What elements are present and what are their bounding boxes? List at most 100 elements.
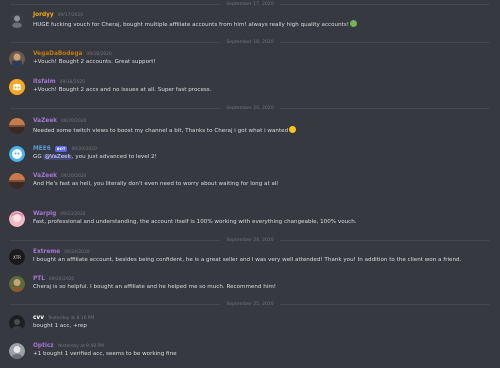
chat-message: VaZeek 09/20/2020 And He's fast as hell,… — [0, 172, 500, 194]
chat-message: VegaDaBodega 09/18/2020 +Vouch! Bought 2… — [0, 50, 500, 72]
smile-emoji-icon — [349, 20, 357, 27]
divider-line — [279, 239, 490, 241]
avatar[interactable] — [9, 118, 25, 134]
bot-badge: BOT — [54, 146, 68, 152]
message-text: +1 bought 1 verified acc, seems to be wo… — [33, 351, 177, 357]
username[interactable]: itsfaim — [33, 79, 56, 85]
date-divider-label: September 24, 2020 — [226, 237, 274, 243]
timestamp: 09/23/2020 — [60, 211, 86, 217]
chat-message: PTL 09/24/2020 Cheraj is so helpful. I b… — [0, 275, 500, 297]
message-header: VegaDaBodega 09/18/2020 — [33, 50, 112, 58]
avatar-image — [9, 276, 25, 292]
avatar[interactable] — [9, 51, 25, 67]
username[interactable]: PTL — [33, 276, 45, 282]
chat-message: Jordyy 09/17/2020 HUGE fucking vouch for… — [0, 11, 500, 33]
avatar[interactable]: XTR — [9, 249, 25, 265]
message-text: bought 1 acc, +rep — [33, 323, 87, 329]
date-divider: September 17, 2020 — [10, 0, 490, 8]
divider-line — [279, 303, 490, 305]
divider-line — [10, 41, 221, 43]
username[interactable]: VaZeek — [33, 173, 57, 179]
avatar-image — [9, 211, 25, 227]
timestamp: 09/24/2020 — [64, 249, 90, 255]
avatar-image — [9, 51, 25, 67]
message-text: I bought an affiliate account, besides b… — [33, 257, 462, 263]
timestamp: 09/24/2020 — [48, 276, 75, 282]
avatar[interactable] — [9, 343, 25, 359]
chat-message: MEE6 BOT 09/20/2020 GG @VaZeek, you just… — [0, 145, 500, 167]
username[interactable]: cvv — [33, 315, 44, 321]
divider-line — [10, 3, 221, 5]
message-text: GG @VaZeek, you just advanced to level 2… — [33, 154, 492, 160]
message-body: Needed some twitch views to boost my cha… — [33, 128, 289, 134]
message-header: Extreme 09/24/2020 — [33, 248, 90, 256]
message-text: And He's fast as hell, you literally don… — [33, 181, 278, 187]
mee6-avatar-icon — [9, 146, 25, 162]
message-body: GG — [33, 154, 44, 160]
message-header: Jordyy 09/17/2020 — [33, 11, 83, 19]
timestamp: 09/18/2020 — [86, 51, 112, 57]
chat-message: XTR Extreme 09/24/2020 I bought an affil… — [0, 248, 500, 270]
username[interactable]: Warpig — [33, 211, 56, 217]
divider-line — [279, 107, 490, 109]
timestamp: 09/20/2020 — [61, 173, 87, 179]
date-divider-label: September 25, 2020 — [226, 301, 274, 307]
message-text: +Vouch! Bought 2 accounts. Great support… — [33, 59, 156, 65]
avatar-image — [9, 343, 25, 359]
username[interactable]: Extreme — [33, 249, 60, 255]
username[interactable]: Jordyy — [33, 12, 54, 18]
divider-line — [10, 303, 221, 305]
divider-line — [279, 41, 490, 43]
discord-logo-icon — [9, 79, 25, 95]
chat-log: September 17, 2020 Jordyy 09/17/2020 HUG… — [0, 0, 500, 368]
avatar-image: XTR — [9, 249, 25, 265]
divider-line — [10, 239, 221, 241]
timestamp: 09/20/2020 — [71, 146, 97, 152]
message-text: +Vouch! Bought 2 accs and no issues at a… — [33, 87, 212, 93]
avatar-image — [9, 12, 25, 28]
message-header: VaZeek 09/20/2020 — [33, 172, 86, 180]
date-divider-label: September 20, 2020 — [226, 105, 274, 111]
avatar[interactable] — [9, 173, 25, 189]
username[interactable]: VaZeek — [33, 118, 57, 124]
avatar[interactable] — [9, 146, 25, 162]
avatar-image — [9, 118, 25, 134]
message-body: , you just advanced to level 2! — [71, 154, 157, 160]
user-mention[interactable]: @VaZeek — [43, 154, 72, 160]
chat-message: cvv Yesterday at 8:16 PM bought 1 acc, +… — [0, 314, 500, 336]
date-divider: September 20, 2020 — [10, 104, 490, 112]
divider-line — [10, 107, 221, 109]
message-text: Fast, professional and understanding, th… — [33, 219, 357, 225]
avatar[interactable] — [9, 79, 25, 95]
username[interactable]: MEE6 — [33, 146, 51, 152]
avatar-image — [9, 173, 25, 189]
chat-message: itsfaim 09/18/2020 +Vouch! Bought 2 accs… — [0, 78, 500, 100]
timestamp: 09/20/2020 — [61, 118, 87, 124]
username[interactable]: VegaDaBodega — [33, 51, 82, 57]
message-header: Opticz Yesterday at 8:48 PM — [33, 342, 104, 350]
date-divider-label: September 17, 2020 — [226, 1, 274, 7]
avatar[interactable] — [9, 12, 25, 28]
avatar[interactable] — [9, 315, 25, 331]
username[interactable]: Opticz — [33, 343, 54, 349]
date-divider-label: September 18, 2020 — [226, 39, 274, 45]
avatar[interactable] — [9, 211, 25, 227]
chat-message: VaZeek 09/20/2020 Needed some twitch vie… — [0, 117, 500, 139]
message-text: Needed some twitch views to boost my cha… — [33, 126, 492, 134]
date-divider: September 25, 2020 — [10, 300, 490, 308]
date-divider: September 24, 2020 — [10, 236, 490, 244]
timestamp: Yesterday at 8:48 PM — [57, 343, 104, 349]
message-header: itsfaim 09/18/2020 — [33, 78, 85, 86]
avatar[interactable] — [9, 276, 25, 292]
message-header: PTL 09/24/2020 — [33, 275, 74, 283]
chat-message: Warpig 09/23/2020 Fast, professional and… — [0, 210, 500, 232]
divider-line — [279, 3, 490, 5]
date-divider: September 18, 2020 — [10, 38, 490, 46]
message-body: HUGE fucking vouch for Cheraj, bought mu… — [33, 22, 349, 28]
timestamp: 09/18/2020 — [59, 79, 85, 85]
svg-text:XTR: XTR — [13, 255, 21, 260]
avatar-image — [9, 315, 25, 331]
message-text: Cheraj is so helpful. I bought an affili… — [33, 284, 277, 290]
message-header: Warpig 09/23/2020 — [33, 210, 86, 218]
grin-emoji-icon — [289, 126, 297, 133]
